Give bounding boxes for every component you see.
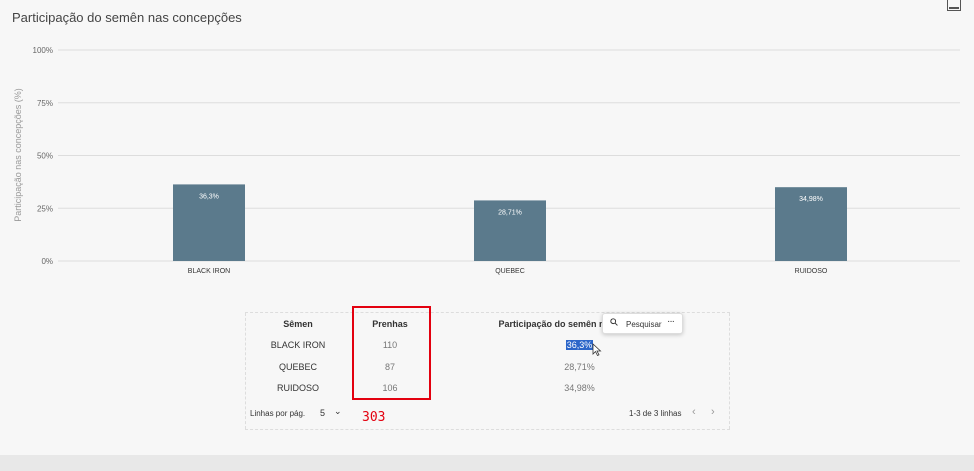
y-tick-label: 25%: [37, 204, 53, 213]
x-category-label: RUIDOSO: [795, 268, 828, 275]
y-tick-label: 100%: [33, 46, 53, 55]
selected-text[interactable]: 36,3%: [565, 340, 594, 350]
selection-popup: Pesquisar ···: [602, 313, 683, 334]
more-options-icon[interactable]: ···: [667, 316, 675, 327]
y-tick-label: 75%: [37, 99, 53, 108]
bottom-strip: [0, 455, 974, 471]
previous-page-button[interactable]: ‹: [692, 406, 696, 418]
table-cell-participacao: 28,71%: [564, 362, 595, 372]
bar-data-label: 28,71%: [498, 209, 522, 216]
search-button[interactable]: Pesquisar: [626, 320, 662, 329]
search-icon[interactable]: [610, 318, 618, 326]
annotation-total: 303: [362, 410, 386, 425]
table-header-semen[interactable]: Sêmen: [245, 319, 351, 329]
bar-data-label: 36,3%: [199, 193, 219, 200]
chevron-down-icon: ⌄: [334, 406, 342, 416]
y-tick-label: 50%: [37, 152, 53, 161]
bar-chart: 0% 25% 50% 75% 100% Participação nas concepç…: [13, 46, 960, 275]
annotation-highlight-box: [352, 306, 431, 400]
x-category-label: QUEBEC: [495, 268, 525, 275]
mouse-cursor-icon: [592, 343, 602, 357]
bar-data-label: 34,98%: [799, 196, 823, 203]
pagination-range: 1-3 de 3 linhas: [629, 409, 682, 418]
table-cell-participacao: 34,98%: [564, 383, 595, 393]
x-category-label: BLACK IRON: [188, 268, 230, 275]
table-cell-participacao: 36,3%: [429, 340, 730, 350]
table-cell-semen: RUIDOSO: [276, 383, 319, 393]
table-cell-semen: BLACK IRON: [270, 340, 326, 350]
y-tick-label: 0%: [41, 257, 53, 266]
rows-per-page-select[interactable]: 5 ⌄: [313, 405, 344, 420]
table-cell-semen: QUEBEC: [278, 362, 317, 372]
next-page-button[interactable]: ›: [711, 406, 715, 418]
rows-per-page-label: Linhas por pág.: [250, 409, 306, 418]
y-axis-label: Participação nas concepções (%): [13, 88, 23, 222]
